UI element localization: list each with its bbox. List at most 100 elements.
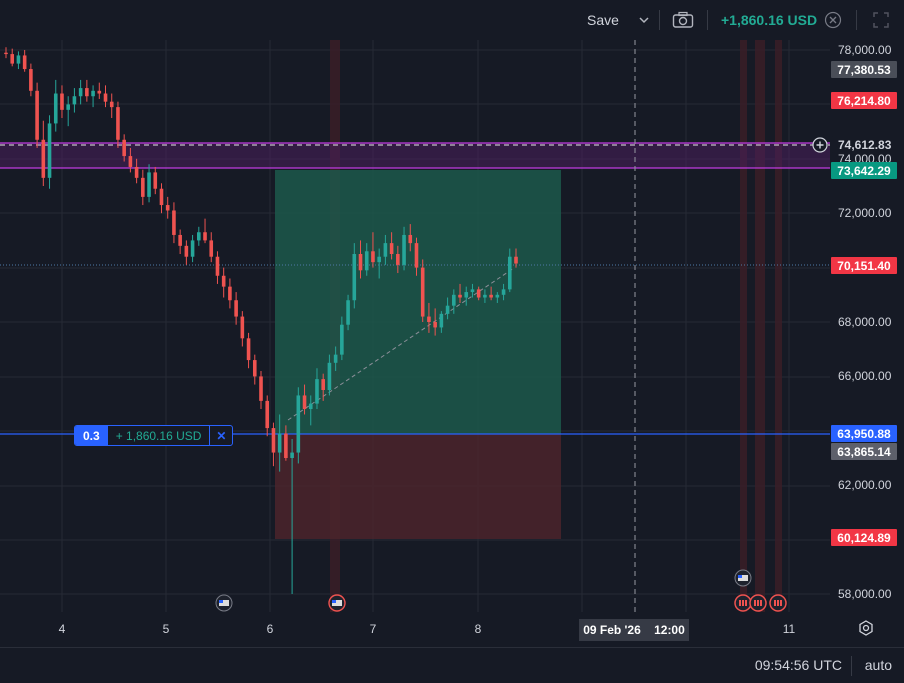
us-flag-event-icon xyxy=(734,569,752,587)
loss-zone xyxy=(275,434,561,539)
candle-bearish xyxy=(427,316,431,322)
candle-bearish xyxy=(234,300,238,317)
candle-bearish xyxy=(371,251,375,263)
candle-bullish xyxy=(377,256,381,263)
candle-bullish xyxy=(333,354,338,363)
candle-bullish xyxy=(16,55,21,64)
candle-bearish xyxy=(458,294,462,298)
candle-bullish xyxy=(197,232,201,241)
crosshair-time-label: 09 Feb '26 12:00 xyxy=(579,619,689,641)
candle-bearish xyxy=(271,428,276,453)
time-tick: 8 xyxy=(474,622,482,636)
status-bar: 09:54:56 UTC auto xyxy=(0,647,904,683)
fullscreen-icon[interactable] xyxy=(873,0,889,40)
toolbar-divider xyxy=(707,10,708,30)
candle-bearish xyxy=(128,156,133,167)
toolbar-divider xyxy=(659,10,660,30)
news-session-column xyxy=(740,40,747,612)
candle-bearish xyxy=(321,379,325,390)
candle-bullish xyxy=(483,294,487,298)
candle-bearish xyxy=(414,243,419,268)
candle-bearish xyxy=(178,234,182,246)
price-tag-63950: 63,950.88 xyxy=(831,425,897,442)
price-tag-70151: 70,151.40 xyxy=(831,257,897,274)
high-impact-event-icon xyxy=(769,594,787,612)
candle-bearish xyxy=(159,188,164,206)
position-order-chip[interactable]: 0.3 + 1,860.16 USD ✕ xyxy=(74,425,234,446)
time-tick: 6 xyxy=(266,622,274,636)
price-tag-60124: 60,124.89 xyxy=(831,529,897,546)
candle-bearish xyxy=(476,289,481,298)
candle-bearish xyxy=(10,54,15,64)
us-flag-event-icon xyxy=(215,594,233,612)
candle-bearish xyxy=(265,400,270,429)
candle-bearish xyxy=(228,286,232,301)
time-axis[interactable]: 4 5 6 7 8 11 xyxy=(0,612,904,647)
add-alert-plus-icon xyxy=(812,137,828,153)
candle-bullish xyxy=(190,240,195,257)
candle-bearish xyxy=(420,267,425,317)
candle-bearish xyxy=(35,90,39,140)
camera-icon[interactable] xyxy=(672,0,694,40)
candle-bullish xyxy=(340,324,344,355)
candle-bearish xyxy=(85,88,89,97)
candle-bullish xyxy=(327,362,332,390)
candle-bearish xyxy=(4,52,8,55)
candle-bearish xyxy=(246,338,251,361)
candle-bearish xyxy=(109,101,114,108)
candle-bearish xyxy=(284,433,288,458)
candle-bullish xyxy=(501,289,506,295)
candle-bullish xyxy=(507,256,512,290)
candle-bearish xyxy=(302,395,307,410)
high-impact-event-icon xyxy=(749,594,767,612)
candle-bearish xyxy=(22,55,27,70)
candle-bearish xyxy=(60,93,64,110)
utc-clock[interactable]: 09:54:56 UTC xyxy=(755,657,842,673)
time-tick: 5 xyxy=(162,622,170,636)
time-tick: 4 xyxy=(58,622,66,636)
candle-bullish xyxy=(147,172,151,197)
candle-bearish xyxy=(116,107,120,140)
candle-bullish xyxy=(452,294,456,306)
auto-scale-button[interactable]: auto xyxy=(865,657,892,673)
candle-bullish xyxy=(53,93,58,124)
close-position-icon[interactable]: ✕ xyxy=(209,426,232,445)
candle-bullish xyxy=(364,251,369,271)
price-tag-77380: 77,380.53 xyxy=(831,61,897,78)
time-tick: 11 xyxy=(782,622,796,636)
chevron-down-icon[interactable] xyxy=(638,0,650,40)
candle-bullish xyxy=(352,254,357,301)
price-tag-63865: 63,865.14 xyxy=(831,443,897,460)
high-impact-event-icon xyxy=(734,594,752,612)
price-tick: 78,000.00 xyxy=(838,43,892,57)
order-quantity[interactable]: 0.3 xyxy=(75,426,108,445)
candle-bullish xyxy=(78,88,83,97)
candle-bearish xyxy=(41,139,46,178)
candle-bearish xyxy=(408,234,413,244)
price-tag-76214: 76,214.80 xyxy=(831,92,897,109)
status-divider xyxy=(851,656,852,676)
chart-pane[interactable] xyxy=(0,40,904,612)
price-tick: 62,000.00 xyxy=(838,478,892,493)
candle-bearish xyxy=(165,205,170,211)
candle-bullish xyxy=(495,294,500,298)
chart-settings-icon[interactable] xyxy=(858,620,874,641)
candle-bearish xyxy=(389,243,394,254)
candle-bullish xyxy=(445,305,450,314)
candle-bearish xyxy=(203,232,207,241)
candle-bearish xyxy=(97,90,102,94)
candle-bearish xyxy=(215,256,220,276)
candle-bullish xyxy=(296,395,301,453)
save-button[interactable]: Save xyxy=(587,0,619,40)
close-circle-icon[interactable] xyxy=(824,0,842,40)
candle-bearish xyxy=(153,172,158,189)
price-tick: 58,000.00 xyxy=(838,587,892,601)
candle-bullish xyxy=(308,403,313,410)
candle-bullish xyxy=(464,292,469,298)
candle-bearish xyxy=(103,93,108,102)
candle-bearish xyxy=(358,254,363,271)
us-flag-event-icon xyxy=(328,594,346,612)
candle-bearish xyxy=(221,275,226,287)
candle-bearish xyxy=(252,360,257,377)
candle-bullish xyxy=(72,96,77,105)
